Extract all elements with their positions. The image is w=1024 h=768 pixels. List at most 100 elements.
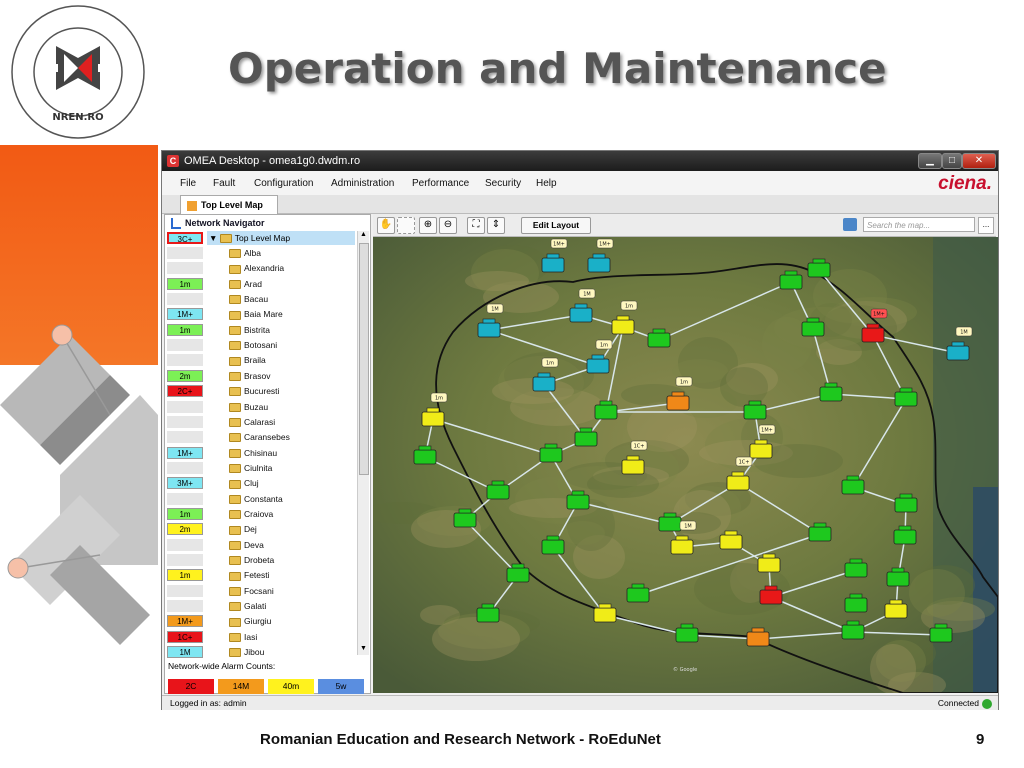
network-map[interactable]: 1M+ 1M+ 1M 1M 1m 1M+ 1M 1m 1m 1m 1m 1M+ 1C+ 1C+ 1M © G…: [373, 237, 998, 693]
node-box: [807, 262, 831, 278]
node-alarm-badge: [167, 354, 203, 367]
connection-status: Connected: [938, 696, 992, 710]
folder-icon: [229, 356, 241, 366]
tree-node[interactable]: Constanta: [229, 492, 283, 506]
node-top: [511, 563, 525, 569]
tree-node[interactable]: Buzau: [229, 400, 268, 414]
node-top: [846, 620, 860, 626]
reorder-icon[interactable]: ⇕: [487, 217, 505, 234]
menu-performance[interactable]: Performance: [412, 178, 469, 189]
tree-node[interactable]: Iasi: [229, 630, 257, 644]
node-top: [599, 400, 613, 406]
close-button[interactable]: ✕: [962, 153, 996, 169]
folder-icon: [229, 418, 241, 428]
menu-help[interactable]: Help: [536, 178, 557, 189]
tree-node[interactable]: Ciulnita: [229, 461, 272, 475]
tree-node[interactable]: Arad: [229, 277, 262, 291]
node-alarm-badge: [167, 415, 203, 428]
tree-node[interactable]: Botosani: [229, 338, 277, 352]
tree-node-label: Braila: [244, 355, 266, 366]
menu-fault[interactable]: Fault: [213, 178, 235, 189]
search-options-button[interactable]: ...: [978, 217, 994, 234]
alarm-count-40m[interactable]: 40m: [268, 679, 314, 694]
tree-root-top-level-map[interactable]: ▼ Top Level Map: [207, 231, 355, 245]
select-box-icon[interactable]: [397, 217, 415, 234]
folder-icon: [219, 234, 232, 244]
node-top: [652, 328, 666, 334]
map-layers-icon[interactable]: [843, 218, 857, 231]
navigator-scrollbar[interactable]: ▲ ▼: [357, 231, 369, 655]
node-top: [812, 258, 826, 264]
tree-node[interactable]: Jibou: [229, 645, 264, 659]
node-top: [899, 493, 913, 499]
zoom-in-icon[interactable]: ⊕: [419, 217, 437, 234]
tree-node-label: Caransebes: [244, 432, 290, 443]
node-top: [891, 567, 905, 573]
scrollbar-thumb[interactable]: [359, 243, 369, 475]
node-box: [586, 358, 610, 374]
tree-node[interactable]: Giurgiu: [229, 614, 271, 628]
node-alarm-badge: 2C+: [167, 385, 203, 398]
tree-node[interactable]: Bistrita: [229, 323, 270, 337]
tree-node[interactable]: Calarasi: [229, 415, 275, 429]
maximize-button[interactable]: □: [942, 153, 962, 169]
page-number: 9: [976, 731, 985, 748]
folder-icon: [229, 341, 241, 351]
tree-node[interactable]: Caransebes: [229, 430, 290, 444]
node-box: [819, 386, 843, 402]
pan-hand-icon[interactable]: ✋: [377, 217, 395, 234]
node-alarm-badge: 1m: [167, 277, 203, 290]
tree-node-label: Buzau: [244, 401, 269, 412]
menu-configuration[interactable]: Configuration: [254, 178, 313, 189]
node-top: [751, 627, 765, 633]
alarm-count-14m[interactable]: 14M: [218, 679, 264, 694]
tree-node[interactable]: Bucuresti: [229, 384, 279, 398]
map-search-input[interactable]: Search the map...: [863, 217, 975, 232]
minimize-button[interactable]: ▁: [918, 153, 942, 169]
node-top: [546, 535, 560, 541]
tree-node[interactable]: Craiova: [229, 507, 273, 521]
tree-node[interactable]: Dej: [229, 522, 257, 536]
tree-node[interactable]: Braila: [229, 353, 266, 367]
tree-node[interactable]: Focsani: [229, 584, 274, 598]
tree-node[interactable]: Fetesti: [229, 568, 270, 582]
node-alarm-tag-label: 1M: [583, 292, 591, 298]
alarm-count-5w[interactable]: 5w: [318, 679, 364, 694]
menu-security[interactable]: Security: [485, 178, 521, 189]
expand-arrow-icon[interactable]: ▼: [209, 233, 217, 243]
node-alarm-badge: 1m: [167, 323, 203, 336]
tab-top-level-map[interactable]: Top Level Map: [180, 195, 278, 214]
tree-node[interactable]: Brasov: [229, 369, 270, 383]
fit-to-window-icon[interactable]: ⛶: [467, 217, 485, 234]
window-title: OMEA Desktop - omea1g0.dwdm.ro: [184, 155, 361, 167]
tree-node-label: Craiova: [244, 508, 274, 519]
edit-layout-button[interactable]: Edit Layout: [521, 217, 591, 234]
node-alarm-tag-label: 1M+: [761, 428, 773, 434]
tree-node[interactable]: Alexandria: [229, 261, 284, 275]
map-canvas[interactable]: 1M+ 1M+ 1M 1M 1m 1M+ 1M 1m 1m 1m 1m 1M+ 1C+ 1C+ 1M © G…: [373, 237, 998, 693]
folder-icon: [229, 249, 241, 259]
node-alarm-badge: 1M+: [167, 308, 203, 321]
scroll-down-icon[interactable]: ▼: [358, 645, 369, 655]
map-icon: [187, 200, 197, 211]
logged-in-status: Logged in as: admin: [170, 698, 247, 708]
menu-file[interactable]: File: [180, 178, 196, 189]
tree-node[interactable]: Baia Mare: [229, 307, 283, 321]
zoom-out-icon[interactable]: ⊖: [439, 217, 457, 234]
menu-administration[interactable]: Administration: [331, 178, 394, 189]
node-box: [884, 603, 908, 619]
tree-node[interactable]: Galati: [229, 599, 266, 613]
tree-node[interactable]: Chisinau: [229, 446, 277, 460]
scroll-up-icon[interactable]: ▲: [358, 231, 369, 241]
alarm-count-2c[interactable]: 2C: [168, 679, 214, 694]
node-alarm-tag-label: 1M+: [553, 242, 565, 248]
tree-node[interactable]: Cluj: [229, 476, 259, 490]
tree-node[interactable]: Drobeta: [229, 553, 274, 567]
node-box: [929, 627, 953, 643]
node-alarm-badge: [167, 492, 203, 505]
node-top: [724, 530, 738, 536]
tree-node[interactable]: Alba: [229, 246, 261, 260]
folder-icon: [229, 586, 241, 596]
tree-node[interactable]: Bacau: [229, 292, 268, 306]
tree-node[interactable]: Deva: [229, 538, 264, 552]
